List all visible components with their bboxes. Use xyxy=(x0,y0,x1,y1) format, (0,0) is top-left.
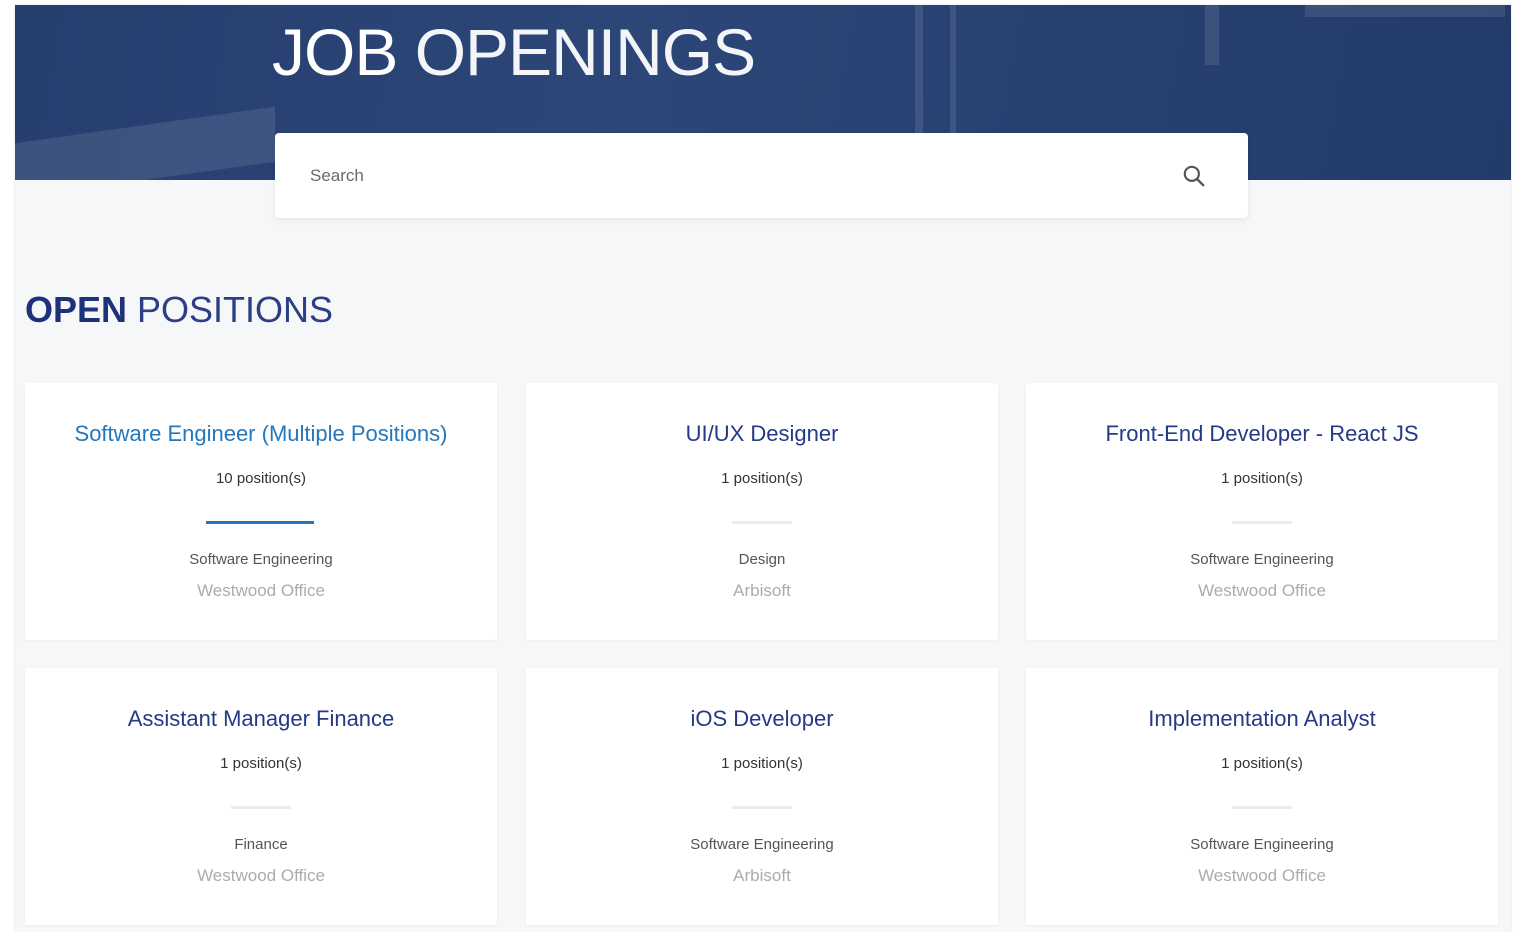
job-position-count: 1 position(s) xyxy=(721,755,803,772)
job-department: Software Engineering xyxy=(1190,551,1334,568)
hero-background-shape xyxy=(15,106,275,180)
page-title-part2: OPENINGS xyxy=(397,15,756,89)
search-icon[interactable] xyxy=(1181,163,1207,189)
job-position-count: 1 position(s) xyxy=(220,755,302,772)
job-openings-page: JOB OPENINGS OPEN POSITIONS Software Eng… xyxy=(15,5,1511,932)
section-title-part2: POSITIONS xyxy=(127,289,334,330)
section-title: OPEN POSITIONS xyxy=(25,288,333,332)
job-location: Westwood Office xyxy=(197,866,325,885)
card-divider xyxy=(231,806,291,809)
job-department: Finance xyxy=(234,836,288,853)
job-position-count: 10 position(s) xyxy=(215,470,307,487)
job-title[interactable]: iOS Developer xyxy=(526,704,998,734)
job-position-count: 1 position(s) xyxy=(721,470,803,487)
card-divider xyxy=(1232,806,1292,809)
card-divider xyxy=(732,521,792,524)
page-title: JOB OPENINGS xyxy=(272,15,756,89)
job-department: Design xyxy=(738,551,786,568)
job-title[interactable]: Software Engineer (Multiple Positions) xyxy=(25,419,497,449)
job-title[interactable]: Implementation Analyst xyxy=(1026,704,1498,734)
job-department: Software Engineering xyxy=(189,551,333,568)
job-location: Westwood Office xyxy=(197,581,325,600)
job-location: Arbisoft xyxy=(733,581,791,600)
card-divider xyxy=(732,806,792,809)
page-title-part1: JOB xyxy=(272,15,398,89)
job-location: Westwood Office xyxy=(1198,581,1326,600)
hero-background-shape xyxy=(950,5,956,135)
search-input[interactable] xyxy=(308,155,1152,197)
job-card[interactable]: iOS Developer 1 position(s) Software Eng… xyxy=(526,668,998,925)
hero-background-shape xyxy=(1305,5,1505,17)
search-bar xyxy=(275,133,1248,218)
job-card[interactable]: Assistant Manager Finance 1 position(s) … xyxy=(25,668,497,925)
job-card[interactable]: Software Engineer (Multiple Positions) 1… xyxy=(25,383,497,640)
job-card[interactable]: Implementation Analyst 1 position(s) Sof… xyxy=(1026,668,1498,925)
job-card[interactable]: UI/UX Designer 1 position(s) Design Arbi… xyxy=(526,383,998,640)
job-title[interactable]: Assistant Manager Finance xyxy=(25,704,497,734)
card-divider xyxy=(1232,521,1292,524)
job-department: Software Engineering xyxy=(1190,836,1334,853)
job-department: Software Engineering xyxy=(690,836,834,853)
card-divider xyxy=(206,521,314,524)
job-position-count: 1 position(s) xyxy=(1221,755,1303,772)
job-card[interactable]: Front-End Developer - React JS 1 positio… xyxy=(1026,383,1498,640)
job-title[interactable]: UI/UX Designer xyxy=(526,419,998,449)
hero-background-shape xyxy=(1205,5,1219,65)
job-location: Westwood Office xyxy=(1198,866,1326,885)
job-location: Arbisoft xyxy=(733,866,791,885)
section-title-part1: OPEN xyxy=(25,289,128,330)
job-position-count: 1 position(s) xyxy=(1221,470,1303,487)
job-title[interactable]: Front-End Developer - React JS xyxy=(1026,419,1498,449)
